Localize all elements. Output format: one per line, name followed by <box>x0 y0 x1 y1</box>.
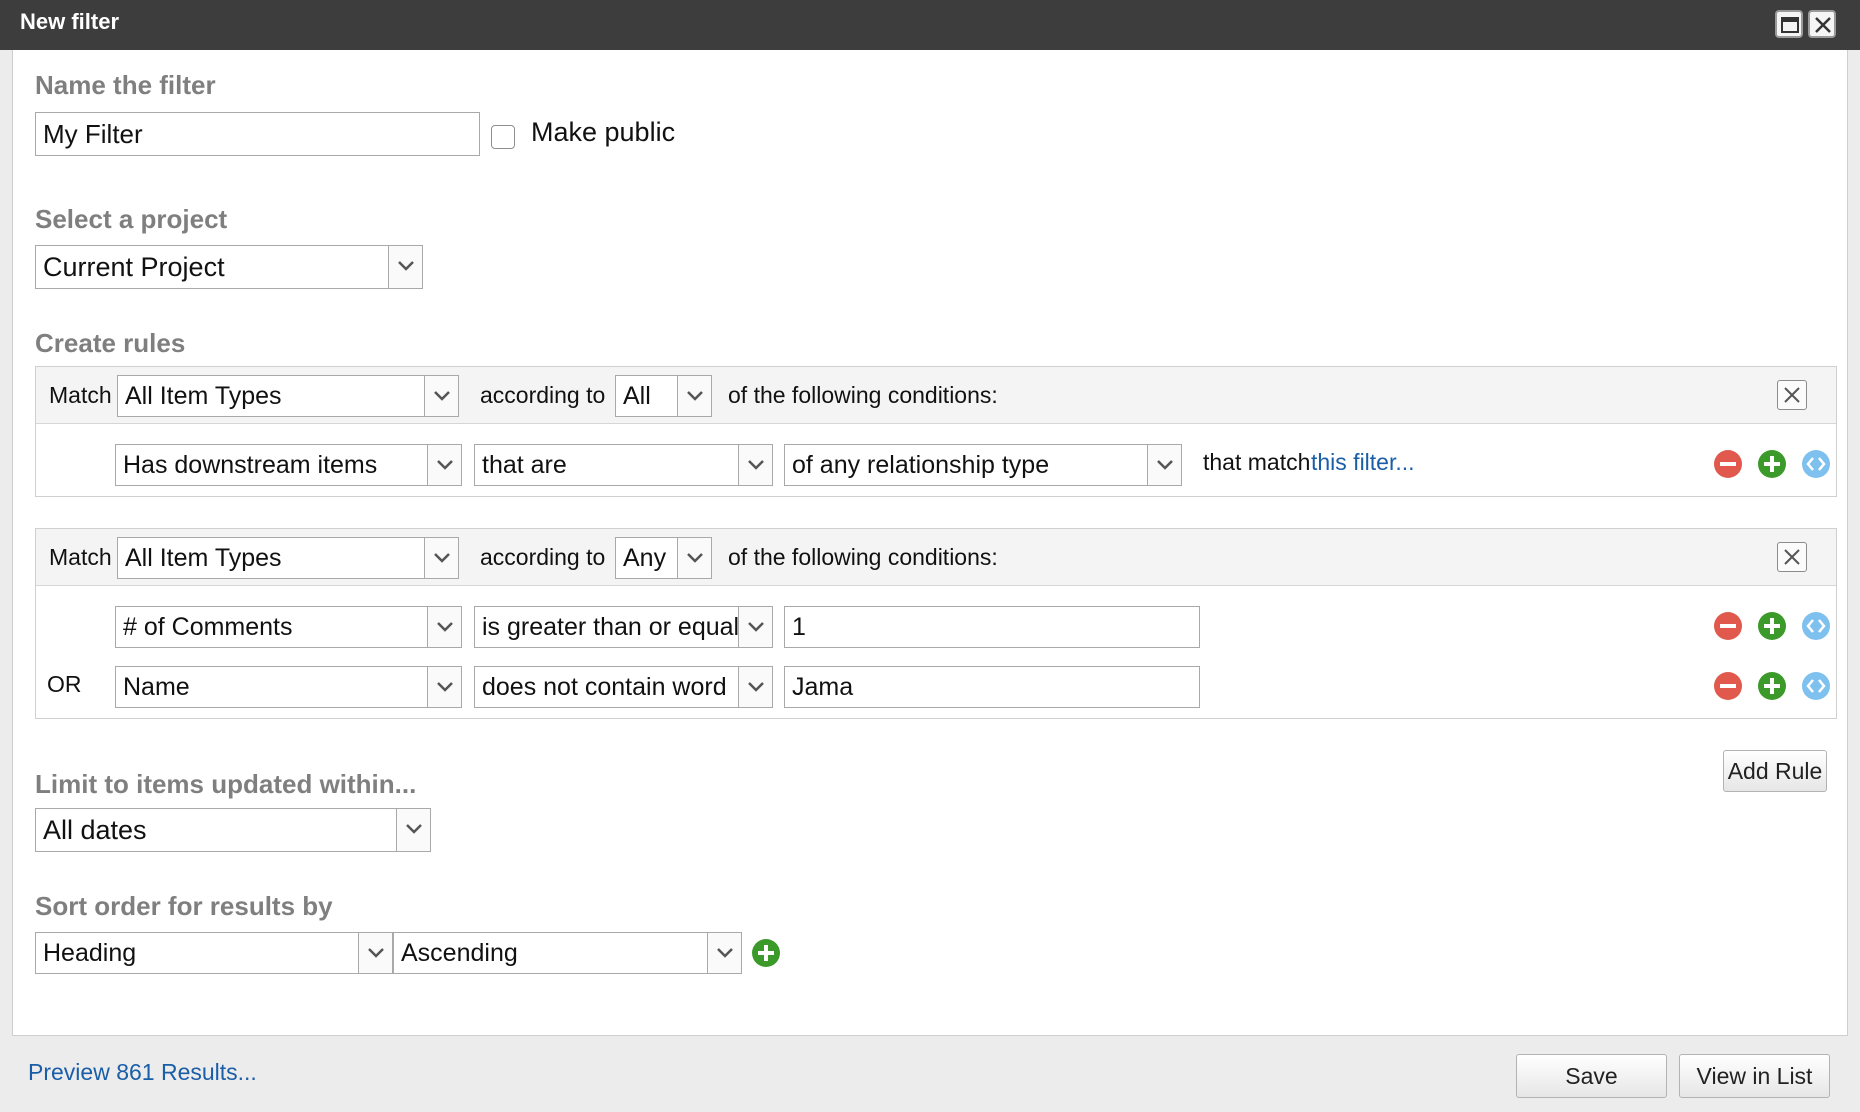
add-condition-icon[interactable] <box>1757 671 1787 701</box>
remove-condition-icon[interactable] <box>1713 671 1743 701</box>
condition-value-select[interactable]: of any relationship type <box>784 444 1182 486</box>
sort-direction-select[interactable]: Ascending <box>393 932 742 974</box>
according-to-label: according to <box>480 382 606 408</box>
save-button[interactable]: Save <box>1516 1054 1667 1098</box>
condition-field-select[interactable]: # of Comments <box>115 606 462 648</box>
project-section-label: Select a project <box>35 204 228 234</box>
chevron-down-icon <box>677 376 711 416</box>
according-to-value: Any <box>623 544 667 572</box>
add-condition-icon[interactable] <box>1757 449 1787 479</box>
chevron-down-icon <box>427 667 461 707</box>
chevron-down-icon <box>396 809 430 851</box>
date-range-value: All dates <box>43 815 147 845</box>
add-sort-icon[interactable] <box>751 938 781 968</box>
sort-direction-value: Ascending <box>401 939 518 967</box>
condition-operator-select[interactable]: does not contain word <box>474 666 773 708</box>
preview-results-link[interactable]: Preview 861 Results... <box>28 1059 257 1086</box>
date-range-select[interactable]: All dates <box>35 808 431 852</box>
condition-operator-value: is greater than or equal <box>482 613 740 641</box>
project-select[interactable]: Current Project <box>35 245 423 289</box>
condition-operator-select[interactable]: is greater than or equal <box>474 606 773 648</box>
rule-set-header: Match All Item Types according to Any of… <box>36 529 1836 586</box>
remove-condition-icon[interactable] <box>1713 449 1743 479</box>
condition-field-value: # of Comments <box>123 613 293 641</box>
filter-name-input[interactable]: My Filter <box>35 112 480 156</box>
limit-section-label: Limit to items updated within... <box>35 769 417 799</box>
condition-field-select[interactable]: Has downstream items <box>115 444 462 486</box>
item-type-value: All Item Types <box>125 544 282 572</box>
make-public-checkbox[interactable] <box>491 125 515 149</box>
chevron-down-icon <box>1147 445 1181 485</box>
item-type-select[interactable]: All Item Types <box>117 375 459 417</box>
condition-operator-value: does not contain word <box>482 673 727 701</box>
match-label: Match <box>49 382 112 408</box>
according-to-select[interactable]: Any <box>615 537 712 579</box>
move-condition-icon[interactable] <box>1801 611 1831 641</box>
sort-section-label: Sort order for results by <box>35 891 333 921</box>
view-in-list-button[interactable]: View in List <box>1679 1054 1830 1098</box>
move-condition-icon[interactable] <box>1801 671 1831 701</box>
condition-field-select[interactable]: Name <box>115 666 462 708</box>
chevron-down-icon <box>738 667 772 707</box>
chevron-down-icon <box>707 933 741 973</box>
chevron-down-icon <box>388 246 422 288</box>
project-select-value: Current Project <box>43 252 225 282</box>
conditions-label: of the following conditions: <box>728 544 998 570</box>
according-to-select[interactable]: All <box>615 375 712 417</box>
close-icon[interactable] <box>1808 10 1836 38</box>
according-to-label: according to <box>480 544 606 570</box>
remove-rule-set-icon[interactable] <box>1777 380 1807 410</box>
condition-operator-value: that are <box>482 451 567 479</box>
or-label: OR <box>47 671 82 697</box>
name-section-label: Name the filter <box>35 70 216 100</box>
filter-form: Name the filter My Filter Make public Se… <box>12 50 1848 1036</box>
chevron-down-icon <box>424 376 458 416</box>
sort-field-select[interactable]: Heading <box>35 932 393 974</box>
rule-set-1: Match All Item Types according to All of… <box>35 366 1837 497</box>
window-title: New filter <box>20 9 120 34</box>
title-bar: New filter <box>0 0 1860 50</box>
match-label: Match <box>49 544 112 570</box>
condition-operator-select[interactable]: that are <box>474 444 773 486</box>
rule-set-2: Match All Item Types according to Any of… <box>35 528 1837 719</box>
remove-condition-icon[interactable] <box>1713 611 1743 641</box>
chevron-down-icon <box>427 445 461 485</box>
item-type-value: All Item Types <box>125 382 282 410</box>
add-rule-button[interactable]: Add Rule <box>1723 750 1827 792</box>
that-match-label: that match <box>1203 449 1311 475</box>
condition-value-input[interactable]: Jama <box>784 666 1200 708</box>
chevron-down-icon <box>427 607 461 647</box>
according-to-value: All <box>623 382 651 410</box>
make-public-label: Make public <box>531 117 676 147</box>
move-condition-icon[interactable] <box>1801 449 1831 479</box>
condition-value-input[interactable]: 1 <box>784 606 1200 648</box>
rules-section-label: Create rules <box>35 328 186 358</box>
this-filter-link[interactable]: this filter... <box>1311 449 1415 476</box>
chevron-down-icon <box>677 538 711 578</box>
condition-field-value: Name <box>123 673 190 701</box>
chevron-down-icon <box>738 607 772 647</box>
add-condition-icon[interactable] <box>1757 611 1787 641</box>
remove-rule-set-icon[interactable] <box>1777 542 1807 572</box>
maximize-icon[interactable] <box>1775 10 1803 38</box>
item-type-select[interactable]: All Item Types <box>117 537 459 579</box>
sort-field-value: Heading <box>43 939 137 967</box>
chevron-down-icon <box>358 933 392 973</box>
condition-value: of any relationship type <box>792 451 1050 479</box>
chevron-down-icon <box>738 445 772 485</box>
chevron-down-icon <box>424 538 458 578</box>
rule-set-header: Match All Item Types according to All of… <box>36 367 1836 424</box>
condition-field-value: Has downstream items <box>123 451 378 479</box>
conditions-label: of the following conditions: <box>728 382 998 408</box>
